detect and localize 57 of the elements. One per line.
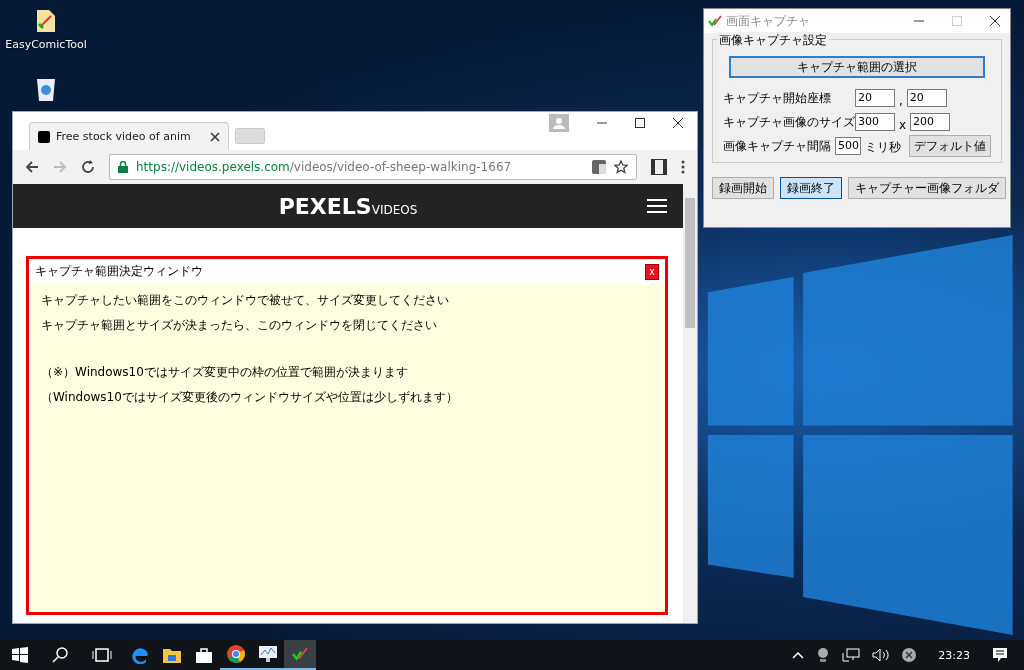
close-icon[interactable]: [990, 16, 1000, 26]
close-button[interactable]: x: [645, 263, 659, 280]
check-pen-icon: [291, 647, 309, 661]
site-logo[interactable]: PEXELSVIDEOS: [278, 193, 418, 219]
close-icon[interactable]: [210, 131, 220, 142]
reload-icon[interactable]: [81, 160, 95, 174]
input-field[interactable]: 500: [835, 137, 861, 155]
instruction-text: キャプチャしたい範囲をこのウィンドウで被せて、サイズ変更してください: [41, 292, 450, 309]
back-arrow-icon[interactable]: [25, 160, 39, 174]
more-menu-icon[interactable]: [681, 160, 685, 174]
window-title: 画面キャプチャ: [726, 12, 810, 30]
star-icon[interactable]: [614, 160, 628, 174]
clock-text[interactable]: 23:23: [938, 648, 970, 662]
input-field[interactable]: 20: [906, 89, 947, 107]
action-button[interactable]: 録画終了: [780, 177, 842, 199]
separator-text: ,: [899, 94, 903, 108]
group-label: 画像キャプチャ設定: [717, 32, 829, 49]
letter-e-icon: [131, 646, 149, 664]
speaker-icon[interactable]: [872, 648, 891, 662]
check-pen-icon: [708, 15, 722, 27]
browser-tab[interactable]: Free stock video of anim: [29, 122, 229, 150]
input-field[interactable]: 20: [855, 89, 895, 107]
notification-icon[interactable]: [992, 647, 1008, 663]
folder-icon: [163, 647, 181, 663]
input-field[interactable]: 200: [910, 113, 951, 131]
task-view-icon[interactable]: [92, 648, 112, 662]
instruction-text: （Windows10ではサイズ変更後のウィンドウサイズや位置は少しずれます）: [41, 389, 459, 406]
start-icon[interactable]: [12, 647, 28, 663]
chevron-up-icon[interactable]: [792, 651, 805, 659]
error-circle-icon[interactable]: [902, 648, 917, 662]
lock-icon: [118, 161, 128, 173]
select-range-button[interactable]: キャプチャ範囲の選択: [729, 56, 985, 78]
input-field[interactable]: 300: [855, 113, 895, 131]
close-icon[interactable]: [673, 118, 683, 128]
action-button[interactable]: 録画開始: [712, 177, 774, 199]
instruction-text: キャプチャ範囲とサイズが決まったら、このウィンドウを閉じてください: [41, 317, 438, 334]
folder-icon[interactable]: [35, 8, 57, 34]
menu-icon[interactable]: [647, 199, 667, 213]
default-value-button[interactable]: デフォルト値: [909, 135, 991, 157]
unit-label: ミリ秒: [865, 139, 901, 156]
desktop-icon-label[interactable]: EasyComicTool: [5, 38, 87, 51]
network-icon[interactable]: [842, 648, 861, 662]
round-browser-icon: [227, 645, 245, 663]
maximize-icon: [952, 16, 962, 26]
video-favicon-icon: [38, 130, 50, 143]
field-label: キャプチャ開始座標: [723, 89, 832, 107]
maximize-icon[interactable]: [635, 118, 645, 128]
search-icon[interactable]: [52, 647, 68, 663]
address-bar[interactable]: https://videos.pexels.com/videos/video-of-sheep-walking-1667: [109, 154, 637, 180]
instruction-text: （※）Windows10ではサイズ変更中の枠の位置で範囲が決まります: [41, 364, 409, 381]
shopping-bag-icon: [196, 647, 212, 663]
scrollbar[interactable]: [683, 184, 697, 623]
separator-text: x: [899, 118, 907, 132]
chart-monitor-icon: [258, 645, 278, 663]
action-button[interactable]: キャプチャー画像フォルダ: [848, 177, 1006, 199]
field-label: 画像キャプチャ間隔: [723, 137, 831, 155]
window-title: キャプチャ範囲決定ウィンドウ: [35, 263, 203, 280]
